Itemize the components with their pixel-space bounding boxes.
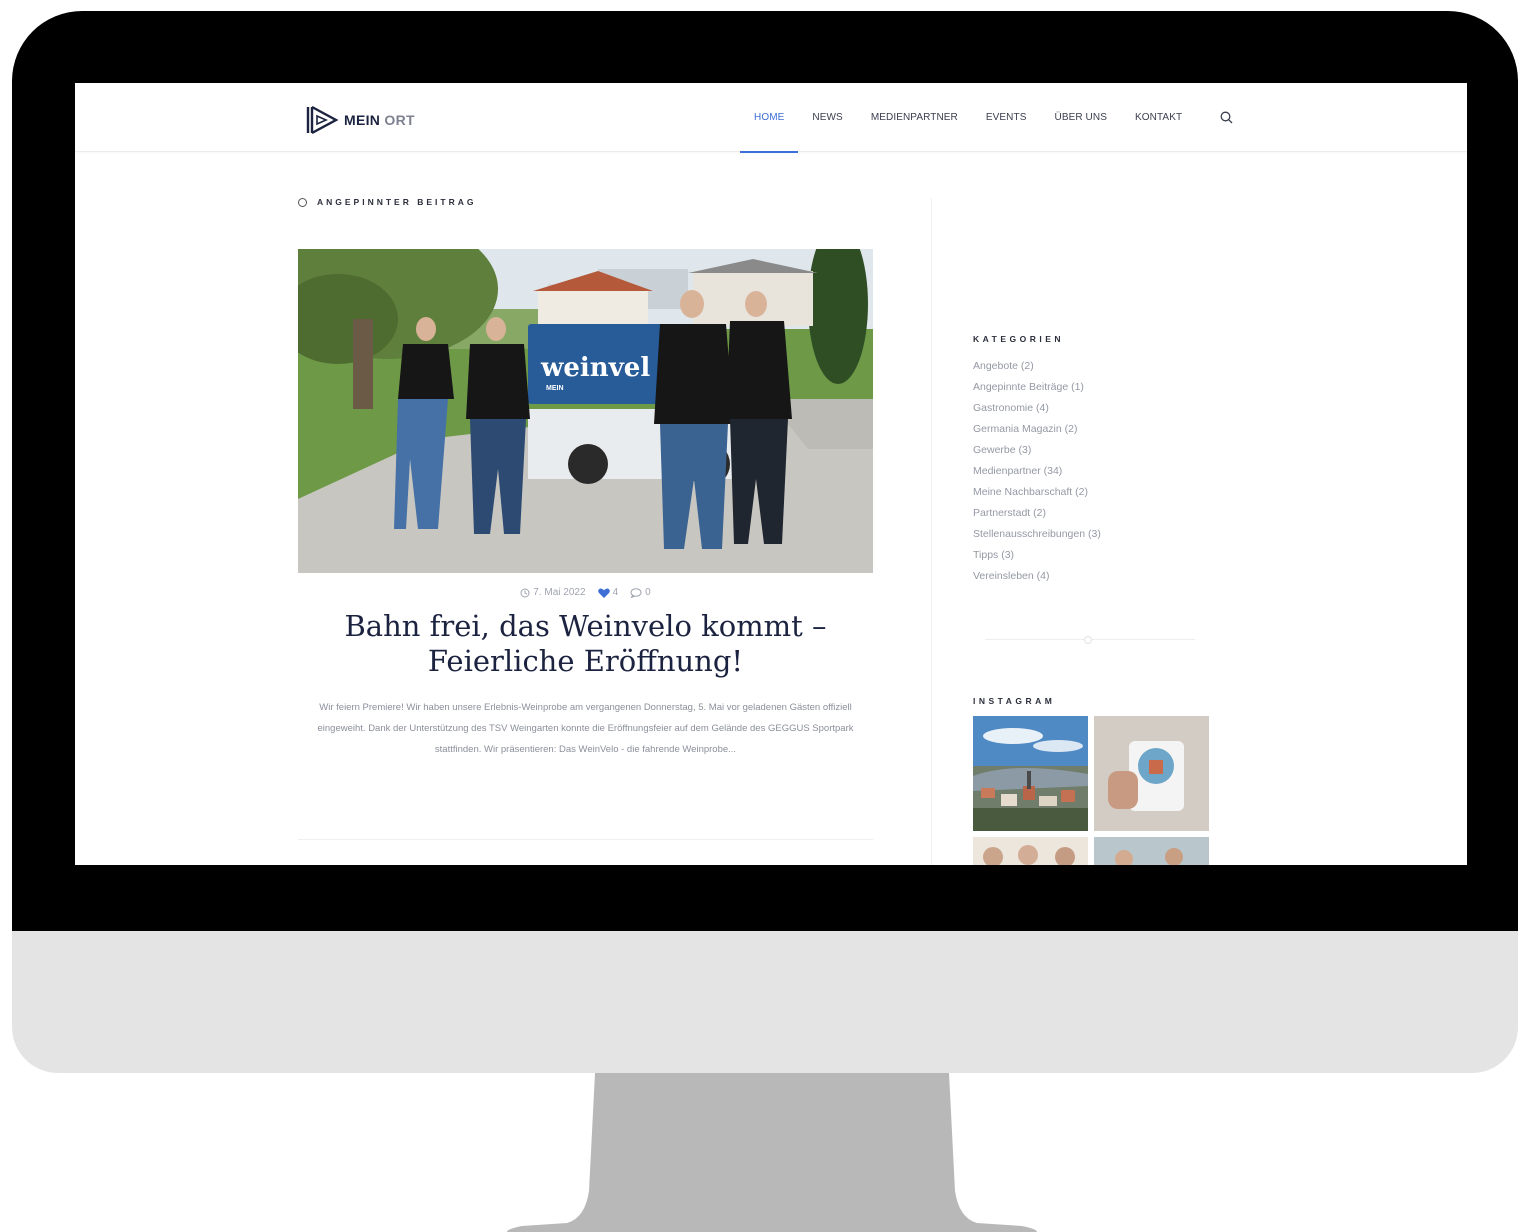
- pin-circle-icon: [298, 197, 307, 207]
- instagram-photo-mug: [1094, 716, 1209, 831]
- logo-text: MEIN ORT: [344, 112, 415, 128]
- post-meta: 7. Mai 2022 4 0: [298, 587, 873, 598]
- comment-icon: [630, 587, 642, 598]
- category-link[interactable]: Germania Magazin (2): [973, 419, 1101, 440]
- category-link[interactable]: Medienpartner (34): [973, 461, 1101, 482]
- instagram-post[interactable]: [1094, 837, 1209, 865]
- category-link[interactable]: Angepinnte Beiträge (1): [973, 377, 1101, 398]
- nav-item-medienpartner[interactable]: MEDIENPARTNER: [857, 83, 972, 152]
- pinned-post-heading: ANGEPINNTER BEITRAG: [298, 197, 476, 207]
- pinned-label: ANGEPINNTER BEITRAG: [317, 197, 477, 207]
- nav-item-ueber-uns[interactable]: ÜBER UNS: [1041, 83, 1121, 152]
- instagram-grid: [973, 716, 1209, 865]
- post-date-text: 7. Mai 2022: [533, 587, 586, 598]
- logo-mark-icon: [306, 105, 339, 135]
- category-link[interactable]: Meine Nachbarschaft (2): [973, 482, 1101, 503]
- nav-item-home[interactable]: HOME: [740, 83, 799, 153]
- post-title-line-1: Bahn frei, das Weinvelo kommt –: [344, 609, 827, 643]
- post-separator: [298, 839, 873, 840]
- banner-brand-sub: MEIN: [546, 385, 564, 392]
- featured-photo: weinvel MEIN: [298, 249, 873, 573]
- post-comments[interactable]: 0: [630, 587, 651, 598]
- post-likes[interactable]: 4: [597, 587, 619, 598]
- heart-icon: [597, 587, 610, 598]
- search-button[interactable]: [1206, 83, 1246, 152]
- nav-item-events[interactable]: EVENTS: [972, 83, 1041, 152]
- category-link[interactable]: Gastronomie (4): [973, 398, 1101, 419]
- instagram-title: INSTAGRAM: [973, 696, 1056, 706]
- instagram-post[interactable]: [1094, 716, 1209, 831]
- categories-list: Angebote (2) Angepinnte Beiträge (1) Gas…: [973, 356, 1101, 587]
- instagram-photo-town: [973, 716, 1088, 831]
- clock-icon: [520, 588, 530, 597]
- monitor-stand: [507, 1073, 1037, 1232]
- site-logo[interactable]: MEIN ORT: [305, 105, 415, 135]
- nav-item-news[interactable]: NEWS: [798, 83, 856, 152]
- post-excerpt: Wir feiern Premiere! Wir haben unsere Er…: [317, 702, 854, 755]
- nav-item-kontakt[interactable]: KONTAKT: [1121, 83, 1196, 152]
- instagram-photo-event: [1094, 837, 1209, 865]
- sidebar-separator: [985, 636, 1195, 644]
- browser-screen: MEIN ORT HOME NEWS MEDIENPARTNER EVENTS …: [75, 83, 1467, 865]
- logo-light-text: ORT: [384, 112, 415, 128]
- post-likes-count: 4: [612, 587, 619, 598]
- post-comments-count: 0: [645, 587, 651, 598]
- category-link[interactable]: Stellenausschreibungen (3): [973, 524, 1101, 545]
- site-header: MEIN ORT HOME NEWS MEDIENPARTNER EVENTS …: [75, 83, 1467, 153]
- post-date: 7. Mai 2022: [520, 587, 586, 598]
- logo-bold-text: MEIN: [344, 112, 381, 128]
- post-title-line-2: Feierliche Eröffnung!: [427, 644, 744, 678]
- column-divider: [931, 198, 932, 865]
- category-link[interactable]: Vereinsleben (4): [973, 566, 1101, 587]
- instagram-photo-group: [973, 837, 1088, 865]
- categories-title: KATEGORIEN: [973, 334, 1065, 344]
- instagram-post[interactable]: [973, 837, 1088, 865]
- category-link[interactable]: Tipps (3): [973, 545, 1101, 566]
- category-link[interactable]: Partnerstadt (2): [973, 503, 1101, 524]
- monitor-chin: [12, 931, 1518, 1073]
- category-link[interactable]: Angebote (2): [973, 356, 1101, 377]
- instagram-post[interactable]: [973, 716, 1088, 831]
- main-nav: HOME NEWS MEDIENPARTNER EVENTS ÜBER UNS …: [740, 83, 1246, 153]
- banner-brand-text: weinvel: [540, 353, 650, 383]
- post-title[interactable]: Bahn frei, das Weinvelo kommt – Feierlic…: [298, 609, 873, 679]
- search-icon: [1220, 111, 1233, 124]
- post-featured-image[interactable]: weinvel MEIN: [298, 249, 873, 573]
- category-link[interactable]: Gewerbe (3): [973, 440, 1101, 461]
